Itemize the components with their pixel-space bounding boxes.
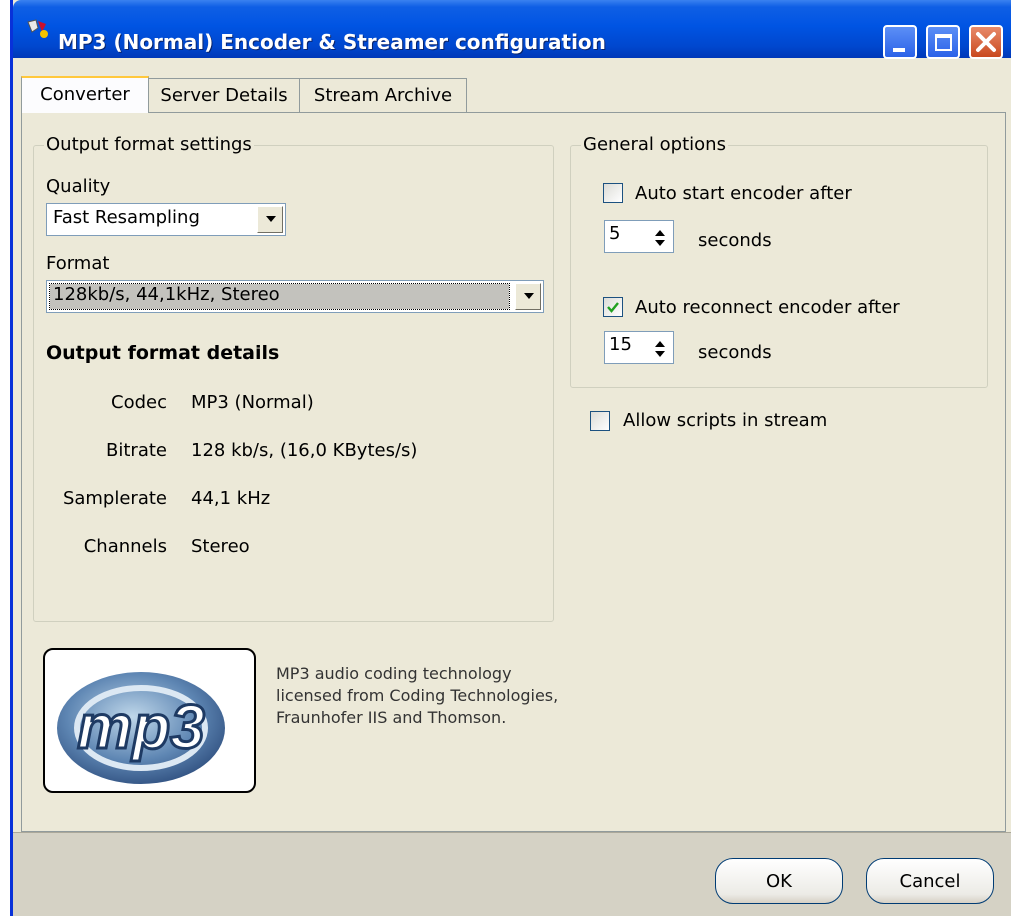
allow-scripts-label: Allow scripts in stream [623, 410, 828, 431]
quality-select[interactable]: Fast Resampling [46, 203, 286, 236]
tab-server-details[interactable]: Server Details [148, 78, 300, 112]
window-title: MP3 (Normal) Encoder & Streamer configur… [58, 30, 606, 54]
general-options-legend: General options [581, 134, 728, 155]
auto-reconnect-seconds-stepper[interactable]: 15 [604, 331, 674, 364]
button-bar [13, 832, 1011, 916]
mp3-logo-text: mp3 [77, 693, 204, 762]
auto-start-seconds-stepper[interactable]: 5 [604, 220, 674, 253]
stepper-buttons[interactable] [649, 334, 671, 361]
tab-converter[interactable]: Converter [21, 76, 149, 113]
auto-start-checkbox[interactable] [603, 183, 623, 203]
stepper-up-icon [655, 230, 665, 236]
chevron-down-icon [266, 216, 276, 222]
minimize-button[interactable] [883, 25, 917, 59]
auto-reconnect-seconds-value: 15 [609, 334, 632, 355]
stepper-buttons[interactable] [649, 223, 671, 250]
format-select[interactable]: 128kb/s, 44,1kHz, Stereo [46, 280, 544, 313]
app-icon [26, 18, 50, 42]
allow-scripts-checkbox[interactable] [590, 411, 610, 431]
auto-reconnect-seconds-label: seconds [698, 342, 772, 363]
format-value: 128kb/s, 44,1kHz, Stereo [49, 283, 510, 310]
bitrate-label: Bitrate [106, 440, 167, 461]
codec-label: Codec [111, 392, 167, 413]
close-button[interactable] [969, 25, 1003, 59]
dialog-window: MP3 (Normal) Encoder & Streamer configur… [10, 0, 1011, 916]
maximize-button[interactable] [926, 25, 960, 59]
auto-reconnect-checkbox[interactable] [603, 297, 623, 317]
bitrate-value: 128 kb/s, (16,0 KBytes/s) [191, 440, 418, 461]
mp3-logo: mp3 [43, 648, 256, 793]
quality-label: Quality [46, 176, 111, 197]
stepper-down-icon [655, 351, 665, 357]
tab-label: Converter [40, 84, 130, 105]
codec-value: MP3 (Normal) [191, 392, 314, 413]
auto-start-seconds-label: seconds [698, 230, 772, 251]
channels-label: Channels [83, 536, 167, 557]
tab-label: Stream Archive [313, 85, 453, 106]
minimize-icon [893, 48, 905, 52]
stepper-up-icon [655, 341, 665, 347]
quality-dropdown-button[interactable] [257, 206, 283, 233]
channels-value: Stereo [191, 536, 250, 557]
format-label: Format [46, 253, 110, 274]
checkmark-icon [607, 302, 619, 313]
auto-start-label: Auto start encoder after [635, 183, 852, 204]
stepper-down-icon [655, 240, 665, 246]
samplerate-label: Samplerate [62, 488, 167, 509]
output-format-legend: Output format settings [44, 134, 254, 155]
ok-button[interactable]: OK [715, 858, 843, 904]
chevron-down-icon [524, 293, 534, 299]
license-text: MP3 audio coding technology licensed fro… [276, 664, 559, 727]
maximize-icon [935, 34, 952, 51]
format-dropdown-button[interactable] [515, 283, 541, 310]
auto-reconnect-label: Auto reconnect encoder after [635, 297, 900, 318]
tab-stream-archive[interactable]: Stream Archive [299, 78, 467, 112]
auto-start-seconds-value: 5 [609, 223, 621, 244]
title-bar[interactable]: MP3 (Normal) Encoder & Streamer configur… [13, 0, 1011, 59]
mp3-logo-icon: mp3 [57, 672, 225, 784]
tab-label: Server Details [160, 85, 288, 106]
close-icon [976, 32, 996, 52]
output-details-heading: Output format details [46, 342, 280, 364]
cancel-button[interactable]: Cancel [866, 858, 994, 904]
samplerate-value: 44,1 kHz [191, 488, 271, 509]
quality-value: Fast Resampling [53, 207, 200, 228]
